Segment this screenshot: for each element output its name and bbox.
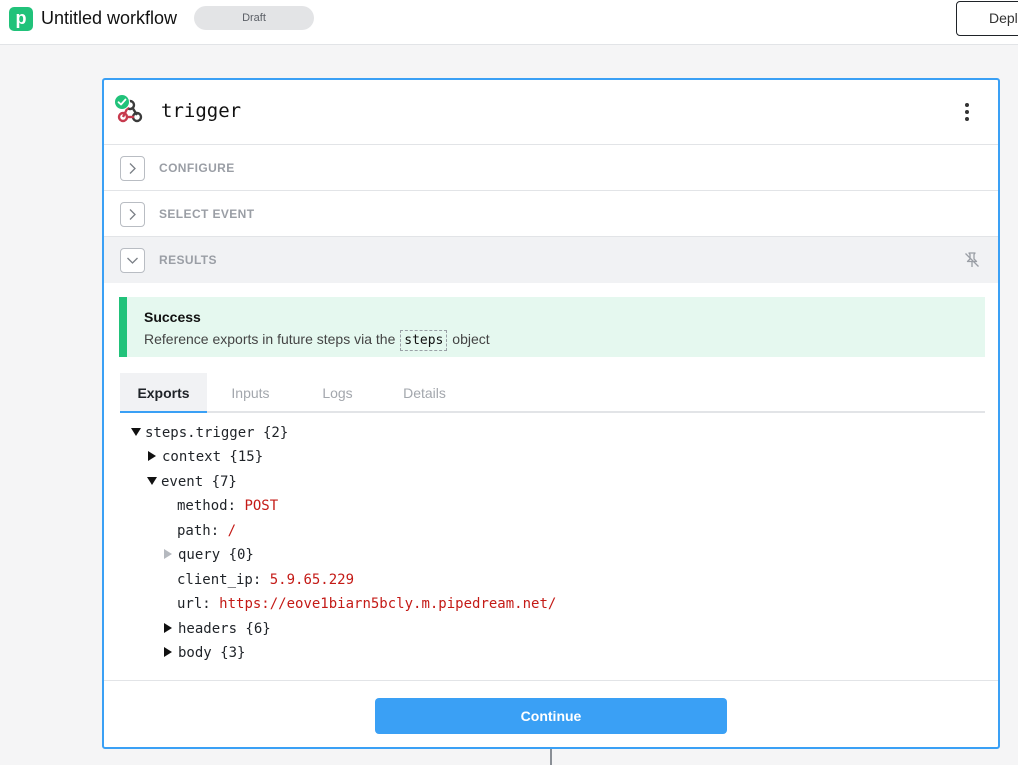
trigger-step-card: trigger CONFIGURE SELECT EVENT RESULTS S… (102, 78, 1000, 749)
kebab-menu-icon[interactable] (959, 100, 975, 124)
section-configure[interactable]: CONFIGURE (104, 145, 998, 191)
tree-value: 5.9.65.229 (269, 572, 355, 588)
check-circle-icon (114, 94, 130, 110)
section-select-event[interactable]: SELECT EVENT (104, 191, 998, 237)
chevron-right-icon[interactable] (120, 202, 145, 227)
tree-node-label: event {7} (161, 474, 237, 490)
tree-node-body[interactable]: body {3} (163, 643, 245, 663)
tab-inputs[interactable]: Inputs (207, 373, 294, 413)
caret-right-icon[interactable] (164, 647, 172, 657)
tree-node-context[interactable]: context {15} (147, 447, 263, 467)
deploy-button[interactable]: Depl (956, 1, 1018, 36)
tree-key: method: (177, 498, 237, 514)
step-footer: Continue (104, 680, 998, 749)
tree-key: client_ip: (177, 572, 262, 588)
step-name[interactable]: trigger (161, 100, 241, 122)
tree-value: / (227, 523, 237, 539)
tree-leaf-method: method: POST (177, 496, 278, 516)
status-badge: Draft (194, 6, 314, 30)
section-results[interactable]: RESULTS (104, 237, 998, 283)
chevron-right-icon[interactable] (120, 156, 145, 181)
step-header[interactable]: trigger (104, 80, 998, 145)
alert-text-before: Reference exports in future steps via th… (144, 331, 396, 347)
workflow-title[interactable]: Untitled workflow (41, 8, 177, 29)
tree-node-label: steps.trigger {2} (145, 425, 289, 441)
tree-node-query[interactable]: query {0} (163, 545, 254, 565)
tree-value[interactable]: https://eove1biarn5bcly.m.pipedream.net/ (219, 596, 556, 612)
caret-right-icon[interactable] (164, 549, 172, 559)
caret-right-icon[interactable] (148, 451, 156, 461)
chevron-down-icon[interactable] (120, 248, 145, 273)
results-tabs: Exports Inputs Logs Details (120, 373, 985, 413)
tree-leaf-path: path: / (177, 521, 236, 541)
tab-exports[interactable]: Exports (120, 373, 207, 413)
caret-down-icon[interactable] (131, 428, 141, 436)
tree-node-label: body {3} (178, 645, 246, 661)
tab-details[interactable]: Details (381, 373, 468, 413)
tree-node-event[interactable]: event {7} (147, 472, 237, 492)
pipedream-logo[interactable]: p (9, 7, 33, 31)
steps-code-chip: steps (400, 330, 448, 351)
pin-off-icon[interactable] (962, 250, 982, 270)
tree-node-root[interactable]: steps.trigger {2} (131, 423, 288, 443)
tree-key: url: (177, 596, 211, 612)
top-bar: p Untitled workflow Draft Depl (0, 0, 1018, 45)
alert-text: Reference exports in future steps via th… (144, 330, 490, 351)
step-connector-line (550, 749, 552, 765)
section-label: SELECT EVENT (159, 207, 255, 221)
tree-key: path: (177, 523, 220, 539)
tree-node-headers[interactable]: headers {6} (163, 619, 271, 639)
tree-leaf-client-ip: client_ip: 5.9.65.229 (177, 570, 354, 590)
continue-button[interactable]: Continue (375, 698, 727, 734)
tree-value: POST (244, 498, 279, 514)
caret-down-icon[interactable] (147, 477, 157, 485)
section-label: RESULTS (159, 253, 217, 267)
success-alert: Success Reference exports in future step… (119, 297, 985, 357)
tree-leaf-url: url: https://eove1biarn5bcly.m.pipedream… (177, 594, 556, 614)
tree-node-label: query {0} (178, 547, 254, 563)
tree-node-label: context {15} (162, 449, 264, 465)
alert-title: Success (144, 309, 201, 325)
alert-text-after: object (452, 331, 490, 347)
tree-node-label: headers {6} (178, 621, 271, 637)
caret-right-icon[interactable] (164, 623, 172, 633)
section-label: CONFIGURE (159, 161, 235, 175)
tab-logs[interactable]: Logs (294, 373, 381, 413)
